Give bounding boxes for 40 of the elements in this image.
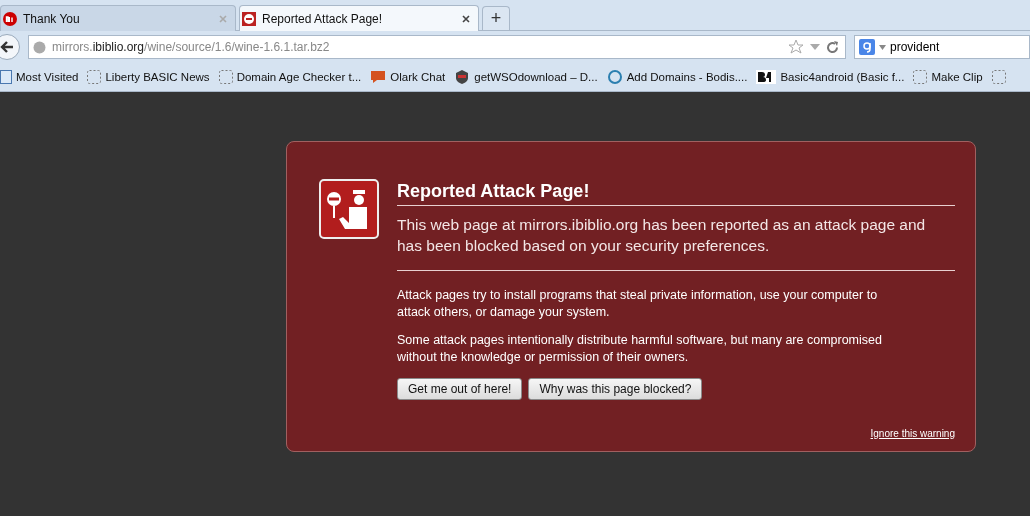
warning-intro: This web page at mirrors.ibiblio.org has been reported as an attack page and has been blocked based on your security preferences.: [397, 215, 927, 256]
bookmark-item[interactable]: Domain Age Checker t...: [218, 70, 362, 84]
b4a-logo-icon: [756, 70, 777, 84]
close-icon[interactable]: [462, 14, 470, 23]
new-tab-button[interactable]: +: [482, 6, 510, 30]
bookmark-item[interactable]: Liberty BASIC News: [87, 70, 210, 84]
bookmark-item[interactable]: getWSOdownload – D...: [454, 69, 598, 85]
chat-bubble-icon: [370, 70, 387, 84]
blank-page-icon: [913, 70, 928, 84]
address-bar[interactable]: mirrors.ibiblio.org/wine/source/1.6/wine-1.6.1.tar.bz2: [28, 35, 846, 59]
warning-action-button[interactable]: Why was this page blocked?: [528, 378, 703, 400]
back-arrow-icon[interactable]: [0, 41, 14, 53]
search-engine-icon[interactable]: [859, 39, 875, 55]
browser-tab[interactable]: Reported Attack Page!: [239, 5, 479, 31]
bookmark-item[interactable]: Olark Chat: [370, 70, 446, 84]
bookmark-item[interactable]: Add Domains - Bodis....: [606, 69, 748, 85]
ring-icon: [606, 69, 623, 85]
site-logo-icon: [3, 11, 17, 26]
guard-warning-icon: [319, 179, 379, 239]
blank-page-icon: [218, 70, 233, 84]
blocked-icon: [242, 11, 256, 26]
warning-title: Reported Attack Page!: [397, 181, 955, 206]
back-button[interactable]: [0, 34, 20, 60]
blank-page-icon: [87, 70, 102, 84]
bookmark-item[interactable]: Most Visited: [0, 70, 79, 84]
warning-paragraph: Attack pages try to install programs that steal private information, use your computer to attack others, or damage your system.: [397, 287, 879, 321]
warning-paragraph: Some attack pages intentionally distribute harmful software, but many are compromised without the knowledge or permission of their owners.: [397, 332, 883, 366]
dropdown-arrow-icon[interactable]: [810, 43, 820, 51]
blank-page-icon: [991, 70, 1006, 84]
reload-icon[interactable]: [826, 40, 839, 54]
bookmark-item[interactable]: Basic4android (Basic f...: [756, 70, 905, 84]
shield-icon: [454, 69, 471, 85]
star-icon[interactable]: [788, 39, 804, 55]
warning-action-button[interactable]: Get me out of here!: [397, 378, 523, 400]
ignore-warning-link[interactable]: Ignore this warning: [870, 428, 955, 439]
browser-tab[interactable]: Thank You: [0, 5, 236, 31]
dropdown-arrow-icon[interactable]: [879, 44, 886, 50]
search-field[interactable]: provident: [854, 35, 1030, 59]
bookmark-item[interactable]: [991, 70, 1006, 84]
bookmark-item[interactable]: Make Clip: [913, 70, 983, 84]
